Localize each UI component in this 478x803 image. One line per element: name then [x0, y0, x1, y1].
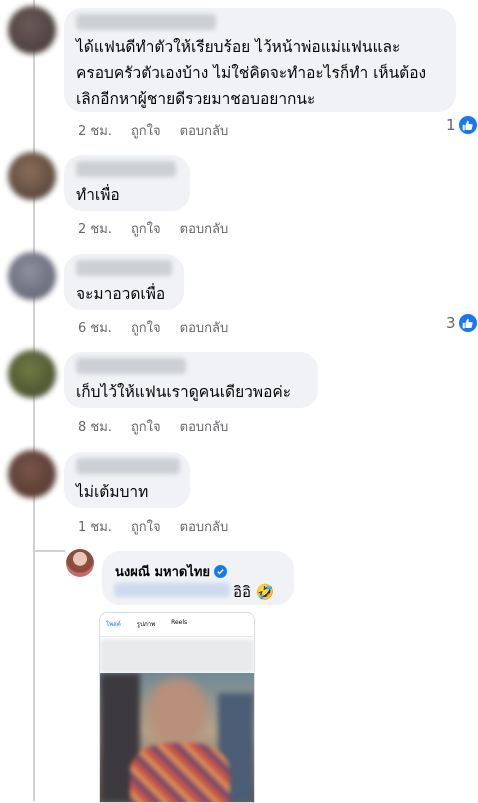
reply-link[interactable]: ตอบกลับ: [180, 317, 229, 338]
like-link[interactable]: ถูกใจ: [131, 120, 161, 141]
thread-line-reply: [33, 550, 65, 552]
attachment-tabs: โพสต์ รูปภาพ Reels: [106, 619, 187, 629]
rofl-emoji: 🤣: [255, 583, 275, 601]
avatar[interactable]: [8, 450, 56, 498]
comment-actions: 2 ชม. ถูกใจ ตอบกลับ: [78, 120, 228, 141]
reply-text-content: อิอิ: [233, 583, 252, 601]
commenter-name[interactable]: [76, 260, 172, 276]
attachment-tab: Reels: [171, 619, 188, 626]
mentioned-name[interactable]: [114, 583, 230, 597]
reaction-count[interactable]: 3: [446, 314, 477, 332]
reply-link[interactable]: ตอบกลับ: [180, 516, 229, 537]
like-link[interactable]: ถูกใจ: [131, 317, 161, 338]
comment-text: ทำเพื่อ: [76, 186, 120, 204]
comment-time: 8 ชม.: [78, 420, 112, 435]
commenter-name[interactable]: [76, 458, 180, 474]
thread-line: [33, 0, 35, 801]
like-link[interactable]: ถูกใจ: [131, 416, 161, 437]
reply-avatar[interactable]: [66, 549, 94, 577]
blurred-photo: [100, 673, 254, 802]
commenter-name[interactable]: [76, 161, 176, 177]
comment-actions: 2 ชม. ถูกใจ ตอบกลับ: [78, 218, 228, 239]
commenter-name[interactable]: [76, 358, 186, 374]
comment-actions: 8 ชม. ถูกใจ ตอบกลับ: [78, 416, 228, 437]
comment-text: ได้แฟนดีทำตัวให้เรียบร้อย ไว้หน้าพ่อแม่แ…: [76, 38, 427, 108]
avatar[interactable]: [8, 350, 56, 398]
comment-actions: 1 ชม. ถูกใจ ตอบกลับ: [78, 516, 228, 537]
comment-time: 6 ชม.: [78, 321, 112, 336]
attachment-tab: โพสต์: [106, 621, 121, 628]
avatar[interactable]: [8, 252, 56, 300]
reply-link[interactable]: ตอบกลับ: [180, 120, 229, 141]
comment-time: 2 ชม.: [78, 124, 112, 139]
comment-text: จะมาอวดเพื่อ: [76, 285, 166, 303]
thumbs-up-icon: [458, 116, 477, 134]
comment-text: เก็บไว้ให้แฟนเราดูคนเดียวพอค่ะ: [76, 383, 292, 401]
reply-author[interactable]: นงผณี มหาดไทย: [115, 561, 210, 582]
blurred-face: [147, 678, 207, 746]
comment-time: 1 ชม.: [78, 520, 112, 535]
reply-link[interactable]: ตอบกลับ: [180, 218, 229, 239]
attached-image[interactable]: โพสต์ รูปภาพ Reels: [99, 612, 255, 803]
verified-badge-icon: [214, 565, 228, 578]
comment-actions: 6 ชม. ถูกใจ ตอบกลับ: [78, 317, 228, 338]
reply-link[interactable]: ตอบกลับ: [180, 416, 229, 437]
commenter-name[interactable]: [76, 14, 216, 30]
blurred-header: [100, 639, 254, 673]
comment-time: 2 ชม.: [78, 222, 112, 237]
reply-text: อิอิ 🤣: [233, 580, 275, 604]
avatar[interactable]: [8, 152, 56, 200]
attachment-tab: รูปภาพ: [136, 621, 156, 628]
like-link[interactable]: ถูกใจ: [131, 516, 161, 537]
blurred-body: [130, 743, 230, 802]
attachment-divider: [100, 636, 254, 637]
reaction-number: 3: [446, 314, 456, 332]
comment-text: ไม่เต้มบาท: [76, 483, 149, 501]
thumbs-up-icon: [458, 314, 477, 332]
like-link[interactable]: ถูกใจ: [131, 218, 161, 239]
reply-author-row: นงผณี มหาดไทย: [115, 561, 228, 582]
reaction-number: 1: [446, 116, 456, 134]
avatar[interactable]: [8, 6, 56, 54]
reaction-count[interactable]: 1: [446, 116, 477, 134]
